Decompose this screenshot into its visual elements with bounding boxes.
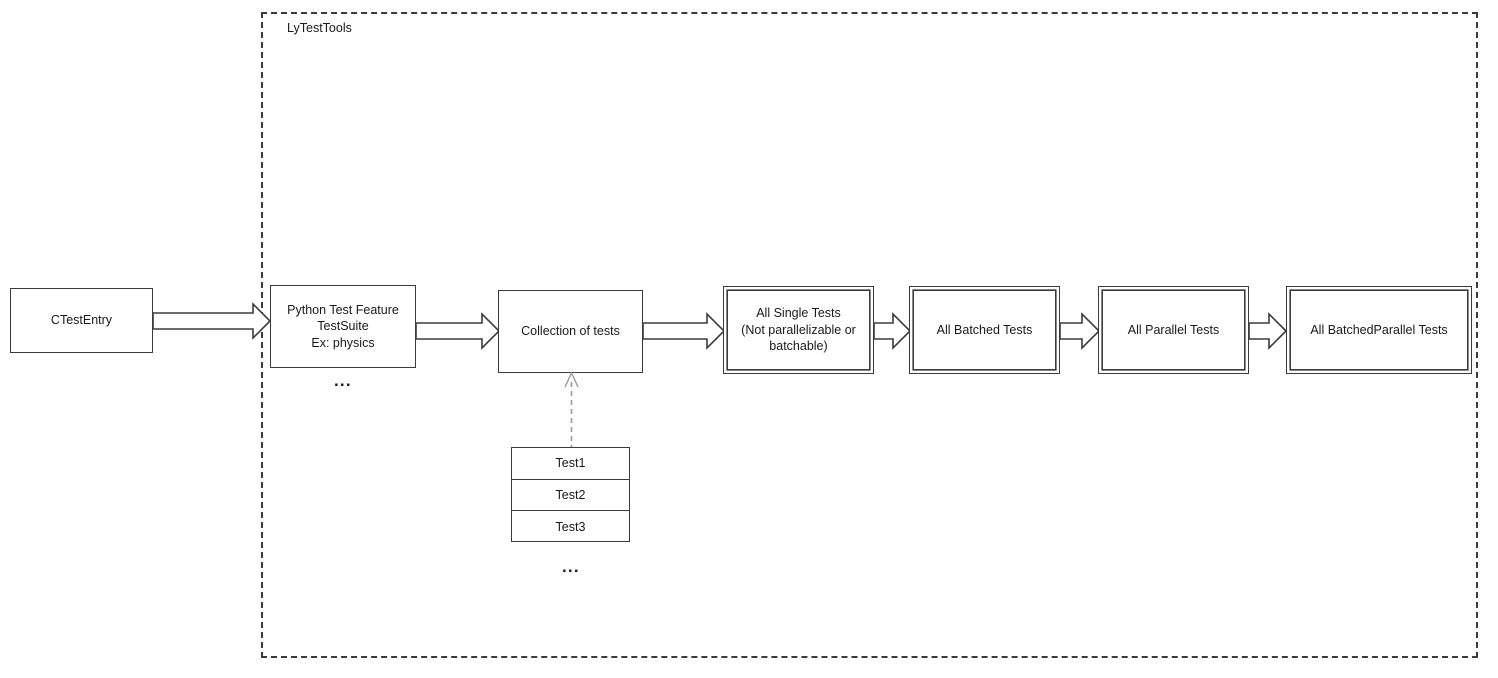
test-stack-row[interactable]: Test1 <box>512 448 629 480</box>
arrow-single-tests-to-batched-tests <box>873 312 912 350</box>
node-ctestentry[interactable]: CTestEntry <box>10 288 153 353</box>
node-python-test-feature-suite-label: Python Test Feature TestSuite Ex: physic… <box>287 302 399 350</box>
test-stack-row[interactable]: Test3 <box>512 511 629 543</box>
node-all-batched-tests-label: All Batched Tests <box>936 322 1033 337</box>
arrow-batched-tests-to-parallel-tests <box>1059 312 1101 350</box>
python-suite-ellipsis: ... <box>334 371 352 390</box>
node-all-parallel-tests[interactable]: All Parallel Tests <box>1098 286 1249 374</box>
node-python-test-feature-suite[interactable]: Python Test Feature TestSuite Ex: physic… <box>270 285 416 368</box>
arrow-collection-to-single-tests <box>642 312 726 350</box>
node-collection-of-tests-label: Collection of tests <box>521 324 620 339</box>
arrow-ctestentry-to-python-suite <box>152 302 272 340</box>
node-all-batchedparallel-tests-label: All BatchedParallel Tests <box>1310 322 1448 337</box>
test-stack-ellipsis: ... <box>562 557 580 576</box>
node-collection-of-tests[interactable]: Collection of tests <box>498 290 643 373</box>
arrow-parallel-tests-to-batchedparallel-tests <box>1248 312 1288 350</box>
test-stack-row[interactable]: Test2 <box>512 480 629 512</box>
lytesttools-container-label: LyTestTools <box>287 21 352 35</box>
node-all-batched-tests[interactable]: All Batched Tests <box>909 286 1060 374</box>
dashed-connector-tests-to-collection <box>564 371 579 450</box>
arrow-python-suite-to-collection <box>415 312 501 350</box>
node-ctestentry-label: CTestEntry <box>50 313 113 328</box>
diagram-canvas: LyTestTools CTestEntry Python Test Featu… <box>0 0 1498 678</box>
node-all-parallel-tests-label: All Parallel Tests <box>1127 322 1220 337</box>
node-all-batchedparallel-tests[interactable]: All BatchedParallel Tests <box>1286 286 1472 374</box>
test-stack: Test1 Test2 Test3 <box>511 447 630 542</box>
node-all-single-tests[interactable]: All Single Tests (Not parallelizable or … <box>723 286 874 374</box>
node-all-single-tests-label: All Single Tests (Not parallelizable or … <box>741 306 856 354</box>
